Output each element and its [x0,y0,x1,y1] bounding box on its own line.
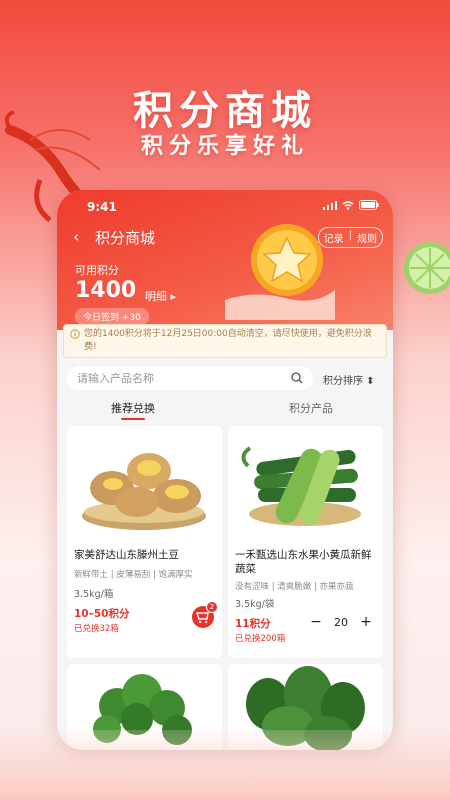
signal-icon [323,200,337,210]
product-sold: 已兑换32箱 [74,624,119,634]
tab-points-products-label: 积分产品 [289,402,333,415]
status-time: 9:41 [87,200,117,214]
product-name: 一禾甄选山东水果小黄瓜新鲜蔬菜 [235,549,372,575]
sign-in-badge[interactable]: 今日签到 +30 [75,308,149,325]
product-price: 11积分 [235,618,271,630]
tab-active-underline [121,418,145,420]
cucumber-image [241,446,361,526]
product-tags: 没有涩味 | 清爽脆嫩 | 亦果亦蔬 [235,582,354,592]
product-spec: 3.5kg/袋 [235,599,275,610]
tab-recommended-label: 推荐兑换 [111,402,155,415]
search-input[interactable] [77,371,291,385]
lime-decoration [404,242,450,294]
product-spec: 3.5kg/箱 [74,589,114,600]
status-icons [323,200,379,210]
wifi-icon [342,200,354,210]
rules-link[interactable]: 规则 [352,228,382,247]
header-banner: 9:41 ‹ 积分商城 记录 | 规则 可用积分 1400 明细 ▸ 今日签到 … [57,190,393,330]
quantity-stepper: − 20 + [308,614,374,630]
cart-count-badge: 2 [206,601,218,613]
promo-subtitle: 积分乐享好礼 [140,134,309,159]
product-sold: 已兑换200箱 [235,634,286,644]
phone-screen: 9:41 ‹ 积分商城 记录 | 规则 可用积分 1400 明细 ▸ 今日签到 … [57,190,393,750]
bottom-decoration [0,730,450,800]
search-icon[interactable] [291,372,303,384]
product-price: 10–50积分 [74,608,130,620]
nav-divider: | [348,230,352,241]
decrement-button[interactable]: − [308,614,324,630]
product-card-potato[interactable]: 家美舒达山东滕州土豆 新鲜带土 | 皮薄易刮 | 饱满厚实 3.5kg/箱 10… [67,426,222,658]
notice-text: 您的1400积分将于12月25日00:00自动清空，请尽快使用，避免积分浪费! [84,329,372,352]
battery-icon [359,200,379,210]
quantity-value[interactable]: 20 [330,616,352,629]
tab-points-products[interactable]: 积分产品 [289,400,333,416]
add-to-cart-button[interactable]: 2 [192,601,218,628]
points-value: 1400 [75,278,137,303]
points-label: 可用积分 [75,264,119,277]
product-tags: 新鲜带土 | 皮薄易刮 | 饱满厚实 [74,570,193,580]
tab-bar: 推荐兑换 积分产品 [57,400,393,426]
points-detail-link[interactable]: 明细 ▸ [145,288,176,304]
expiry-notice: 您的1400积分将于12月25日00:00自动清空，请尽快使用，避免积分浪费! [63,324,387,358]
potato-image [82,453,206,530]
search-bar [67,366,313,390]
info-icon [70,329,80,339]
points-sort-button[interactable]: 积分排序 ⬍ [323,372,375,387]
records-link[interactable]: 记录 [319,228,349,247]
page-title: 积分商城 [95,229,156,247]
product-card-cucumber[interactable]: 一禾甄选山东水果小黄瓜新鲜蔬菜 没有涩味 | 清爽脆嫩 | 亦果亦蔬 3.5kg… [228,426,383,658]
back-icon[interactable]: ‹ [73,227,79,246]
nav-links: 记录 | 规则 [317,227,383,248]
increment-button[interactable]: + [358,614,374,630]
tab-recommended[interactable]: 推荐兑换 [111,400,155,420]
product-name: 家美舒达山东滕州土豆 [74,549,179,561]
